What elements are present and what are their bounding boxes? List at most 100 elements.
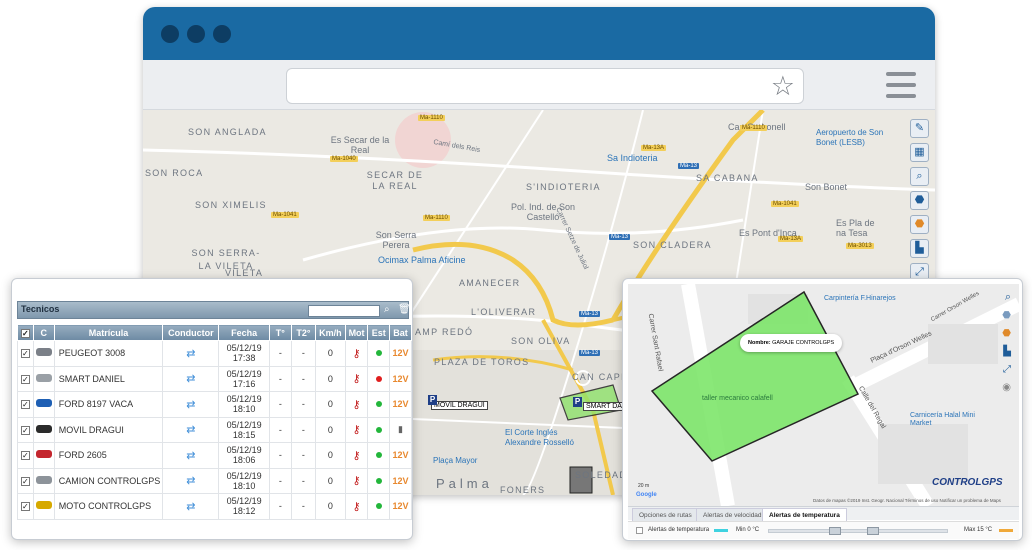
table-row[interactable]: ✓ FORD 8197 VACA ⇄ 05/12/19 18:10- -0 ⚷ 12V [17, 391, 412, 418]
col-header[interactable]: Bat [389, 324, 412, 341]
road-sign: Ma-13A [641, 145, 667, 151]
building-tool-icon[interactable]: ▙ [910, 239, 929, 258]
parking-icon: P [428, 395, 437, 405]
status-dot [367, 467, 391, 494]
row-checkbox[interactable]: ✓ [17, 442, 34, 469]
orange-pin-tool-icon[interactable]: ⬣ [1002, 328, 1011, 339]
col-header[interactable]: Matrícula [53, 324, 164, 341]
geofence-map-canvas [628, 284, 1019, 506]
battery-icon: 12V [389, 442, 412, 469]
row-checkbox[interactable]: ✓ [17, 416, 34, 443]
driver-sync-icon[interactable]: ⇄ [162, 467, 220, 494]
temp-cell: - [268, 442, 292, 469]
driver-sync-icon[interactable]: ⇄ [162, 416, 220, 443]
bookmark-star-icon[interactable]: ☆ [771, 72, 795, 100]
vehicles-panel: Tecnicos ⌕ 🗑 ✓ C Matrícula Conductor Fec… [11, 278, 413, 540]
plate-cell[interactable]: SMART DANIEL [53, 365, 164, 392]
col-header[interactable]: Fecha [218, 324, 270, 341]
plate-cell[interactable]: PEUGEOT 3008 [53, 340, 164, 367]
col-header[interactable]: Est [367, 324, 391, 341]
col-select-all[interactable]: ✓ [17, 324, 34, 341]
map-label: Son Serra Perera [375, 230, 417, 250]
row-checkbox[interactable]: ✓ [17, 340, 34, 367]
date-cell: 05/12/19 18:12 [218, 493, 270, 520]
tab-temperature-alerts[interactable]: Alertas de temperatura [762, 508, 847, 521]
fullscreen-tool-icon[interactable]: ⤢ [1003, 364, 1011, 375]
col-header[interactable]: Km/h [315, 324, 346, 341]
map-label: VILETA [225, 268, 264, 278]
tab-speed-alerts[interactable]: Alertas de velocidad [696, 508, 769, 521]
col-header[interactable]: C [32, 324, 55, 341]
table-row[interactable]: ✓ SMART DANIEL ⇄ 05/12/19 17:16- -0 ⚷ 12V [17, 365, 412, 392]
address-bar[interactable]: ☆ [286, 68, 804, 104]
status-dot [367, 442, 391, 469]
date-cell: 05/12/19 18:15 [218, 416, 270, 443]
row-checkbox[interactable]: ✓ [17, 391, 34, 418]
road-sign: Ma-13A [778, 236, 804, 242]
zoom-tool-icon[interactable]: ⌕ [910, 167, 929, 186]
table-row[interactable]: ✓ CAMION CONTROLGPS ⇄ 05/12/19 18:10- -0 ⚷ 12V [17, 467, 412, 494]
search-icon[interactable]: ⌕ [384, 304, 390, 315]
browser-titlebar [143, 7, 935, 60]
window-dot-2[interactable] [187, 25, 205, 43]
traffic-light-icon[interactable]: ◉ [1002, 382, 1011, 393]
table-row[interactable]: ✓ MOVIL DRAGUI ⇄ 05/12/19 18:15- -0 ⚷ ▮ [17, 416, 412, 443]
table-row[interactable]: ✓ MOTO CONTROLGPS ⇄ 05/12/19 18:12- -0 ⚷ 12V [17, 493, 412, 520]
table-row[interactable]: ✓ FORD 2605 ⇄ 05/12/19 18:06- -0 ⚷ 12V [17, 442, 412, 469]
row-checkbox[interactable]: ✓ [17, 467, 34, 494]
plate-cell[interactable]: FORD 8197 VACA [53, 391, 164, 418]
battery-icon: 12V [389, 365, 412, 392]
row-checkbox[interactable]: ✓ [17, 493, 34, 520]
driver-sync-icon[interactable]: ⇄ [162, 391, 220, 418]
driver-sync-icon[interactable]: ⇄ [162, 493, 220, 520]
date-cell: 05/12/19 18:10 [218, 391, 270, 418]
driver-sync-icon[interactable]: ⇄ [162, 365, 220, 392]
geofence-map[interactable]: Carpintería F.Hinarejos Plaça d'Orson We… [628, 284, 1019, 506]
window-dot-3[interactable] [213, 25, 231, 43]
temperature-range-slider[interactable] [768, 527, 948, 535]
slider-handle-min[interactable] [829, 527, 841, 535]
driver-sync-icon[interactable]: ⇄ [162, 442, 220, 469]
slider-handle-max[interactable] [867, 527, 879, 535]
plate-cell[interactable]: CAMION CONTROLGPS [53, 467, 164, 494]
alert-tabs: Opciones de rutas Alertas de velocidad A… [628, 506, 1019, 521]
zoom-tool-icon[interactable]: ⌕ [1005, 291, 1011, 304]
table-row[interactable]: ✓ PEUGEOT 3008 ⇄ 05/12/19 17:38- -0 ⚷ 12V [17, 340, 412, 367]
eraser-tool-icon[interactable]: ✎ [910, 119, 929, 138]
driver-sync-icon[interactable]: ⇄ [162, 340, 220, 367]
window-dot-1[interactable] [161, 25, 179, 43]
col-header[interactable]: T2° [290, 324, 317, 341]
vehicle-marker-label[interactable]: MOVIL DRAGUI [431, 401, 488, 410]
pin-tool-icon[interactable]: ⬣ [910, 191, 929, 210]
col-header[interactable]: T° [268, 324, 292, 341]
road-sign: Ma-13 [579, 311, 601, 317]
temperature-alert-checkbox[interactable] [636, 527, 643, 534]
vehicle-type-icon [32, 442, 55, 469]
speed-cell: 0 [315, 416, 346, 443]
menu-hamburger-icon[interactable] [886, 72, 916, 105]
panel-title: Tecnicos [21, 304, 60, 314]
temp-cell: - [268, 340, 292, 367]
grid-select-tool-icon[interactable]: ▦ [910, 143, 929, 162]
building-tool-icon[interactable]: ▙ [1003, 346, 1011, 357]
search-input[interactable] [308, 305, 380, 317]
tab-route-options[interactable]: Opciones de rutas [632, 508, 699, 521]
max-color-swatch [999, 529, 1013, 532]
pin-tool-icon[interactable]: ⬣ [1002, 310, 1011, 321]
row-checkbox[interactable]: ✓ [17, 365, 34, 392]
table-header-row: ✓ C Matrícula Conductor Fecha T° T2° Km/… [17, 324, 412, 341]
map-label: SON OLIVA [511, 336, 571, 346]
status-dot [367, 416, 391, 443]
temp2-cell: - [290, 442, 317, 469]
vehicles-table: ✓ C Matrícula Conductor Fecha T° T2° Km/… [17, 324, 412, 520]
trash-icon[interactable]: 🗑 [398, 304, 411, 315]
plate-cell[interactable]: MOVIL DRAGUI [53, 416, 164, 443]
plate-cell[interactable]: FORD 2605 [53, 442, 164, 469]
parking-icon: P [573, 397, 582, 407]
orange-pin-tool-icon[interactable]: ⬣ [910, 215, 929, 234]
col-header[interactable]: Mot [344, 324, 369, 341]
map-label: L'OLIVERAR [471, 307, 537, 317]
road-sign: Ma-3013 [846, 243, 874, 249]
plate-cell[interactable]: MOTO CONTROLGPS [53, 493, 164, 520]
col-header[interactable]: Conductor [162, 324, 220, 341]
